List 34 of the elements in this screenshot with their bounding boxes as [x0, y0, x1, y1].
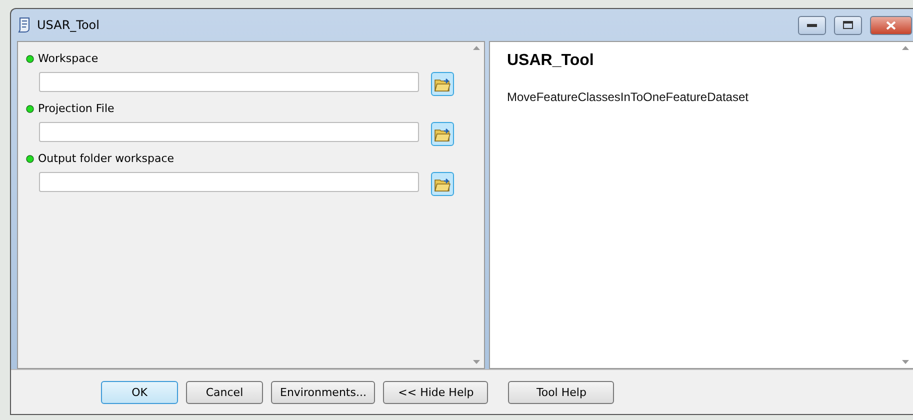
scroll-down-icon[interactable]	[902, 360, 908, 364]
maximize-icon	[843, 21, 853, 29]
script-icon	[17, 17, 31, 33]
parameter-label: Workspace	[38, 52, 98, 65]
dialog-button[interactable]: Cancel	[186, 380, 263, 404]
dialog-button[interactable]: OK	[101, 380, 178, 404]
parameter-label: Projection File	[38, 102, 114, 115]
scroll-up-icon[interactable]	[902, 46, 908, 50]
browse-button[interactable]	[431, 172, 454, 196]
dialog-button[interactable]: Tool Help	[508, 380, 614, 404]
dialog-button[interactable]: Environments...	[271, 380, 376, 404]
dialog-button[interactable]: << Hide Help	[383, 380, 488, 404]
status-dot-icon	[26, 54, 34, 62]
close-icon	[886, 20, 896, 30]
input-field[interactable]	[39, 72, 419, 92]
folder-icon	[434, 126, 451, 142]
scroll-up-icon[interactable]	[472, 46, 480, 50]
help-title: USAR_Tool	[507, 52, 595, 70]
scroll-down-icon[interactable]	[472, 360, 480, 364]
maximize-button[interactable]	[834, 16, 862, 34]
minimize-icon	[807, 24, 817, 26]
window-title: USAR_Tool	[37, 18, 100, 32]
input-field[interactable]	[39, 172, 419, 192]
input-field[interactable]	[39, 122, 419, 142]
minimize-button[interactable]	[798, 16, 826, 34]
status-dot-icon	[26, 104, 34, 112]
folder-icon	[434, 76, 451, 92]
browse-button[interactable]	[431, 122, 454, 146]
parameter-label: Output folder workspace	[38, 152, 174, 165]
close-button[interactable]	[870, 16, 912, 34]
browse-button[interactable]	[431, 72, 454, 96]
folder-icon	[434, 176, 451, 192]
status-dot-icon	[26, 154, 34, 162]
help-text: MoveFeatureClassesInToOneFeatureDataset	[507, 90, 750, 104]
